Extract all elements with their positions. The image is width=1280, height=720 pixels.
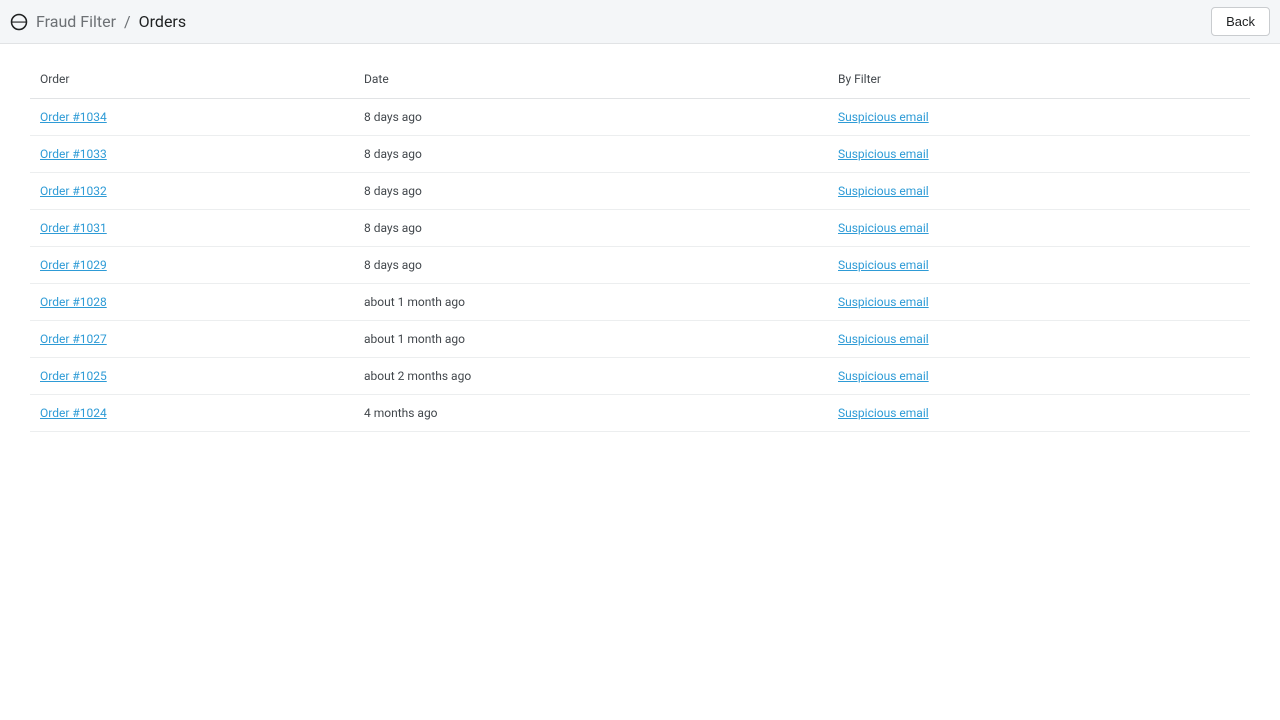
table-row: Order #1025 about 2 months ago Suspicious … xyxy=(30,358,1250,395)
order-link[interactable]: Order #1034 xyxy=(40,110,107,124)
page-header: Fraud Filter / Orders Back xyxy=(0,0,1280,44)
cell-date: 8 days ago xyxy=(354,210,828,247)
filter-link[interactable]: Suspicious email xyxy=(838,147,929,161)
order-link[interactable]: Order #1031 xyxy=(40,221,107,235)
order-link[interactable]: Order #1033 xyxy=(40,147,107,161)
cell-order: Order #1032 xyxy=(30,173,354,210)
cell-order: Order #1033 xyxy=(30,136,354,173)
cell-order: Order #1031 xyxy=(30,210,354,247)
col-header-filter: By Filter xyxy=(828,60,1250,99)
order-link[interactable]: Order #1027 xyxy=(40,332,107,346)
table-row: Order #1034 8 days ago Suspicious email xyxy=(30,99,1250,136)
filter-link[interactable]: Suspicious email xyxy=(838,258,929,272)
cell-filter: Suspicious email xyxy=(828,358,1250,395)
col-header-date: Date xyxy=(354,60,828,99)
table-header-row: Order Date By Filter xyxy=(30,60,1250,99)
table-row: Order #1029 8 days ago Suspicious email xyxy=(30,247,1250,284)
order-link[interactable]: Order #1024 xyxy=(40,406,107,420)
cell-filter: Suspicious email xyxy=(828,247,1250,284)
cell-filter: Suspicious email xyxy=(828,99,1250,136)
order-link[interactable]: Order #1029 xyxy=(40,258,107,272)
breadcrumb-separator: / xyxy=(124,12,131,31)
table-row: Order #1033 8 days ago Suspicious email xyxy=(30,136,1250,173)
breadcrumb: Fraud Filter / Orders xyxy=(10,12,186,31)
cell-date: 8 days ago xyxy=(354,247,828,284)
content-area: Order Date By Filter Order #1034 8 days a… xyxy=(0,44,1280,432)
cell-date: about 1 month ago xyxy=(354,321,828,358)
breadcrumb-app[interactable]: Fraud Filter xyxy=(36,12,116,31)
cell-filter: Suspicious email xyxy=(828,136,1250,173)
breadcrumb-current: Orders xyxy=(139,12,186,31)
table-row: Order #1024 4 months ago Suspicious email xyxy=(30,395,1250,432)
back-button[interactable]: Back xyxy=(1211,7,1270,36)
filter-link[interactable]: Suspicious email xyxy=(838,184,929,198)
table-row: Order #1032 8 days ago Suspicious email xyxy=(30,173,1250,210)
col-header-order: Order xyxy=(30,60,354,99)
cell-date: 8 days ago xyxy=(354,173,828,210)
app-logo-icon xyxy=(10,13,28,31)
order-link[interactable]: Order #1032 xyxy=(40,184,107,198)
cell-order: Order #1027 xyxy=(30,321,354,358)
filter-link[interactable]: Suspicious email xyxy=(838,332,929,346)
cell-date: 8 days ago xyxy=(354,99,828,136)
cell-date: about 1 month ago xyxy=(354,284,828,321)
filter-link[interactable]: Suspicious email xyxy=(838,369,929,383)
cell-filter: Suspicious email xyxy=(828,210,1250,247)
cell-filter: Suspicious email xyxy=(828,395,1250,432)
filter-link[interactable]: Suspicious email xyxy=(838,110,929,124)
cell-date: 4 months ago xyxy=(354,395,828,432)
cell-order: Order #1034 xyxy=(30,99,354,136)
order-link[interactable]: Order #1028 xyxy=(40,295,107,309)
filter-link[interactable]: Suspicious email xyxy=(838,406,929,420)
cell-date: 8 days ago xyxy=(354,136,828,173)
cell-order: Order #1029 xyxy=(30,247,354,284)
cell-filter: Suspicious email xyxy=(828,321,1250,358)
filter-link[interactable]: Suspicious email xyxy=(838,295,929,309)
orders-table: Order Date By Filter Order #1034 8 days a… xyxy=(30,60,1250,432)
cell-filter: Suspicious email xyxy=(828,284,1250,321)
cell-filter: Suspicious email xyxy=(828,173,1250,210)
order-link[interactable]: Order #1025 xyxy=(40,369,107,383)
cell-order: Order #1028 xyxy=(30,284,354,321)
cell-order: Order #1024 xyxy=(30,395,354,432)
cell-order: Order #1025 xyxy=(30,358,354,395)
table-row: Order #1028 about 1 month ago Suspicious e… xyxy=(30,284,1250,321)
table-row: Order #1027 about 1 month ago Suspicious e… xyxy=(30,321,1250,358)
cell-date: about 2 months ago xyxy=(354,358,828,395)
table-row: Order #1031 8 days ago Suspicious email xyxy=(30,210,1250,247)
filter-link[interactable]: Suspicious email xyxy=(838,221,929,235)
